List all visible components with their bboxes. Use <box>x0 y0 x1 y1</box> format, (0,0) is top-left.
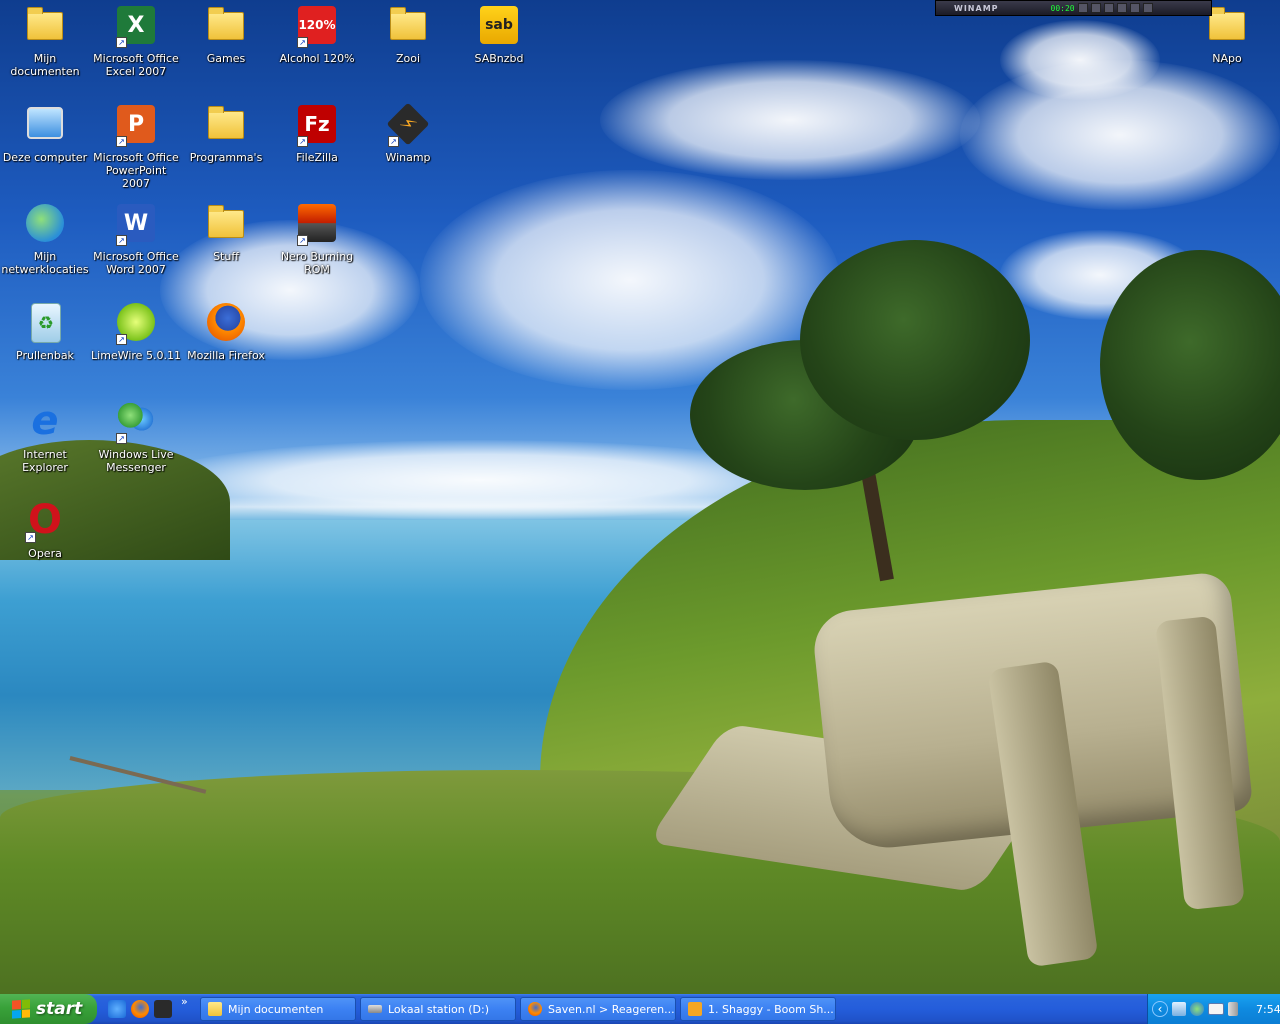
winamp-mini-player[interactable]: WINAMP 00:20 <box>935 0 1212 16</box>
desktop-icon-netwerklocaties[interactable]: Mijn netwerklocaties <box>0 200 90 276</box>
desktop[interactable]: Mijn documenten X ↗ Microsoft Office Exce… <box>0 0 1280 994</box>
messenger-icon[interactable] <box>1190 1002 1204 1016</box>
start-label: start <box>36 999 83 1019</box>
folder-icon <box>208 7 244 40</box>
windows-flag-icon <box>12 999 30 1019</box>
desktop-icon-label: Mozilla Firefox <box>187 349 265 362</box>
winamp-play-button[interactable] <box>1090 3 1101 13</box>
taskbar-button-label: 1. Shaggy - Boom Sh... <box>708 1002 834 1016</box>
internet-explorer-icon: e <box>31 398 59 444</box>
desktop-icon-internet-explorer[interactable]: e Internet Explorer <box>0 398 90 474</box>
desktop-icon-label: SABnzbd <box>474 52 524 65</box>
folder-icon <box>390 7 426 40</box>
quick-launch-overflow-chevron-icon[interactable]: » <box>181 995 188 1008</box>
desktop-icon-label: Windows Live Messenger <box>98 448 174 474</box>
desktop-icon-mijn-documenten[interactable]: Mijn documenten <box>0 2 90 78</box>
desktop-icon-label: Alcohol 120% <box>279 52 355 65</box>
taskbar-button-mijn-documenten[interactable]: Mijn documenten <box>200 997 356 1021</box>
start-button[interactable]: start <box>0 994 97 1024</box>
desktop-icon-word[interactable]: W ↗ Microsoft Office Word 2007 <box>91 200 181 276</box>
desktop-icon-opera[interactable]: O ↗ Opera <box>0 497 90 560</box>
firefox-icon[interactable] <box>131 1000 149 1018</box>
chevron-left-icon[interactable]: ‹ <box>1152 1001 1168 1017</box>
desktop-icon-label: Programma's <box>189 151 263 164</box>
desktop-icon-alcohol-120[interactable]: 120% ↗ Alcohol 120% <box>272 2 362 65</box>
desktop-icon-winamp[interactable]: ⚡ ↗ Winamp <box>363 101 453 164</box>
desktop-icon-prullenbak[interactable]: ♻ Prullenbak <box>0 299 90 362</box>
volume-icon[interactable] <box>1228 1002 1238 1016</box>
winamp-pause-button[interactable] <box>1103 3 1114 13</box>
desktop-icon-label: LimeWire 5.0.11 <box>91 349 181 362</box>
wallpaper-cloud <box>600 60 980 180</box>
desktop-icon-stuff[interactable]: Stuff <box>181 200 271 263</box>
wallpaper-tree <box>800 240 1030 440</box>
desktop-icon-programmas[interactable]: Programma's <box>181 101 271 164</box>
firefox-icon <box>528 1002 542 1016</box>
network-icon[interactable] <box>1172 1002 1186 1016</box>
winamp-icon[interactable] <box>154 1000 172 1018</box>
taskbar-button-label: Lokaal station (D:) <box>388 1002 489 1016</box>
desktop-icon-powerpoint[interactable]: P ↗ Microsoft Office PowerPoint 2007 <box>91 101 181 190</box>
desktop-icon-label: Internet Explorer <box>22 448 68 474</box>
taskbar-button-winamp[interactable]: 1. Shaggy - Boom Sh... <box>680 997 836 1021</box>
desktop-icon-sabnzbd[interactable]: sab SABnzbd <box>454 2 544 65</box>
winamp-next-button[interactable] <box>1129 3 1140 13</box>
taskbar-button-saven[interactable]: Saven.nl > Reageren... <box>520 997 676 1021</box>
desktop-icon-label: Stuff <box>213 250 239 263</box>
desktop-icon-limewire[interactable]: ↗ LimeWire 5.0.11 <box>91 299 181 362</box>
folder-icon <box>1209 7 1245 40</box>
desktop-icon-label: Mijn documenten <box>10 52 80 78</box>
desktop-icon-label: Nero Burning ROM <box>280 250 354 276</box>
desktop-icon-games[interactable]: Games <box>181 2 271 65</box>
winamp-close-button[interactable] <box>1142 3 1153 13</box>
desktop-icon-label: NApo <box>1212 52 1242 65</box>
mail-icon[interactable] <box>1208 1003 1224 1015</box>
desktop-icon-zooi[interactable]: Zooi <box>363 2 453 65</box>
recycle-bin-icon: ♻ <box>31 303 61 343</box>
folder-icon <box>208 205 244 238</box>
internet-explorer-icon[interactable] <box>108 1000 126 1018</box>
desktop-icon-label: Deze computer <box>2 151 88 164</box>
desktop-icon-nero[interactable]: ↗ Nero Burning ROM <box>272 200 362 276</box>
desktop-icon-label: Opera <box>28 547 62 560</box>
desktop-icon-label: FileZilla <box>296 151 338 164</box>
winamp-icon <box>688 1002 702 1016</box>
taskbar-button-lokaal-station[interactable]: Lokaal station (D:) <box>360 997 516 1021</box>
desktop-icon-label: Winamp <box>385 151 431 164</box>
desktop-icon-label: Mijn netwerklocaties <box>1 250 89 276</box>
winamp-prev-button[interactable] <box>1077 3 1088 13</box>
winamp-stop-button[interactable] <box>1116 3 1127 13</box>
folder-icon <box>208 1002 222 1016</box>
my-computer-icon <box>27 107 63 139</box>
my-documents-icon <box>27 7 63 40</box>
desktop-icon-filezilla[interactable]: Fz ↗ FileZilla <box>272 101 362 164</box>
desktop-icon-firefox[interactable]: Mozilla Firefox <box>181 299 271 362</box>
taskbar-button-label: Saven.nl > Reageren... <box>548 1002 675 1016</box>
clock[interactable]: 7:54 <box>1256 1003 1280 1016</box>
desktop-icon-label: Microsoft Office Excel 2007 <box>93 52 179 78</box>
desktop-icon-excel[interactable]: X ↗ Microsoft Office Excel 2007 <box>91 2 181 78</box>
drive-icon <box>368 1005 382 1013</box>
sabnzbd-icon: sab <box>480 6 518 44</box>
network-places-icon <box>26 204 64 242</box>
taskbar: start » Mijn documenten Lokaal station (… <box>0 994 1280 1024</box>
taskbar-button-label: Mijn documenten <box>228 1002 324 1016</box>
desktop-icon-label: Prullenbak <box>16 349 74 362</box>
desktop-icon-label: Microsoft Office PowerPoint 2007 <box>93 151 179 190</box>
system-tray: ‹ 7:54 <box>1147 994 1280 1024</box>
winamp-time: 00:20 <box>1050 3 1075 13</box>
desktop-icon-label: Zooi <box>395 52 421 65</box>
desktop-icon-label: Microsoft Office Word 2007 <box>93 250 179 276</box>
winamp-title: WINAMP <box>954 3 999 13</box>
desktop-icon-deze-computer[interactable]: Deze computer <box>0 101 90 164</box>
wallpaper-cloud <box>1000 20 1160 100</box>
desktop-icon-messenger[interactable]: ↗ Windows Live Messenger <box>91 398 181 474</box>
firefox-icon <box>207 303 245 341</box>
folder-icon <box>208 106 244 139</box>
desktop-icon-label: Games <box>206 52 246 65</box>
